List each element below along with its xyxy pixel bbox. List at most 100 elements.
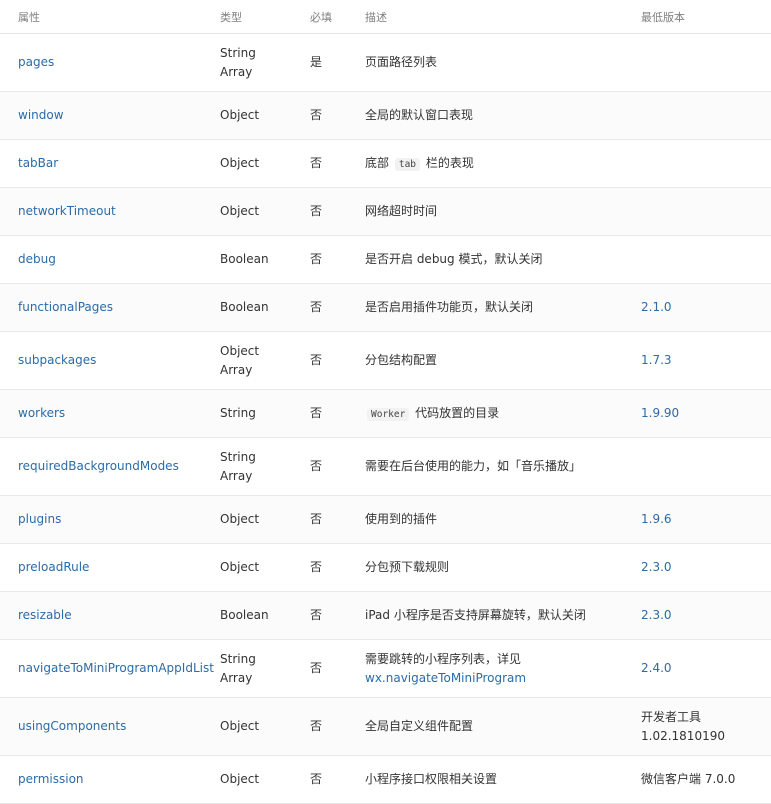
- cell-min-version: 开发者工具 1.02.1810190: [623, 697, 771, 756]
- cell-description: 是否开启 debug 模式，默认关闭: [347, 235, 623, 284]
- description-text: 需要跳转的小程序列表，详见: [365, 651, 522, 666]
- type-value: Object: [220, 719, 260, 733]
- type-value: String: [220, 651, 256, 666]
- required-value: 否: [310, 252, 323, 266]
- property-link[interactable]: window: [18, 108, 64, 122]
- required-value: 否: [310, 512, 323, 526]
- cell-required: 否: [292, 437, 347, 496]
- cell-required: 否: [292, 495, 347, 544]
- description-text: 页面路径列表: [365, 55, 438, 69]
- cell-property: resizable: [0, 591, 202, 640]
- version-link[interactable]: 1.9.6: [641, 512, 672, 526]
- table-row: functionalPages Boolean 否 是否启用插件功能页，默认关闭 2.1…: [0, 283, 771, 332]
- description-text: 需要在后台使用的能力，如「音乐播放」: [365, 459, 582, 473]
- description-text: 代码放置的目录: [415, 405, 500, 420]
- cell-type: String Array: [202, 33, 292, 92]
- cell-type: Object: [202, 91, 292, 140]
- cell-property: tabBar: [0, 139, 202, 188]
- property-link[interactable]: usingComponents: [18, 719, 126, 733]
- cell-type: Object: [202, 697, 292, 756]
- cell-description: 需要跳转的小程序列表，详见 wx.navigateToMiniProgram: [347, 639, 623, 698]
- cell-type: Object: [202, 139, 292, 188]
- cell-min-version: 1.7.3: [623, 331, 771, 390]
- cell-property: networkTimeout: [0, 187, 202, 236]
- type-value: Boolean: [220, 608, 269, 622]
- cell-property: navigateToMiniProgramAppIdList: [0, 639, 214, 698]
- cell-min-version: 微信客户端 7.0.0: [623, 755, 771, 804]
- cell-min-version: 1.9.90: [623, 389, 771, 438]
- cell-type: String Array: [202, 437, 292, 496]
- description-text: 全局自定义组件配置: [365, 719, 474, 733]
- version-link[interactable]: 1.9.90: [641, 406, 679, 420]
- cell-property: debug: [0, 235, 202, 284]
- cell-property: functionalPages: [0, 283, 202, 332]
- required-value: 否: [310, 108, 323, 122]
- table-row: pages String Array 是 页面路径列表: [0, 33, 771, 92]
- required-value: 否: [310, 459, 323, 473]
- table-row: preloadRule Object 否 分包预下载规则 2.3.0: [0, 543, 771, 592]
- header-type: 类型: [202, 0, 292, 34]
- cell-description: 需要在后台使用的能力，如「音乐播放」: [347, 437, 623, 496]
- description-text: 全局的默认窗口表现: [365, 108, 474, 122]
- property-link[interactable]: pages: [18, 55, 54, 69]
- cell-description: 全局的默认窗口表现: [347, 91, 623, 140]
- property-link[interactable]: requiredBackgroundModes: [18, 459, 179, 473]
- property-link[interactable]: permission: [18, 772, 84, 786]
- cell-type: String Array: [202, 639, 292, 698]
- cell-min-version: [623, 437, 771, 496]
- table-row: resizable Boolean 否 iPad 小程序是否支持屏幕旋转，默认关闭 2.…: [0, 591, 771, 640]
- table-row: navigateToMiniProgramAppIdList String Arra…: [0, 639, 771, 698]
- description-text: 网络超时时间: [365, 204, 438, 218]
- cell-min-version: 2.3.0: [623, 543, 771, 592]
- type-value: Object: [220, 343, 260, 358]
- cell-description: 底部 tab 栏的表现: [347, 139, 623, 188]
- required-value: 否: [310, 772, 323, 786]
- required-value: 否: [310, 204, 323, 218]
- version-link[interactable]: 1.7.3: [641, 353, 672, 367]
- table-row: tabBar Object 否 底部 tab 栏的表现: [0, 139, 771, 188]
- property-link[interactable]: functionalPages: [18, 300, 113, 314]
- type-value: Boolean: [220, 252, 269, 266]
- cell-description: Worker 代码放置的目录: [347, 389, 623, 438]
- type-value: String: [220, 406, 256, 420]
- type-value: Boolean: [220, 300, 269, 314]
- property-link[interactable]: workers: [18, 406, 65, 420]
- type-value: Object: [220, 772, 260, 786]
- property-link[interactable]: preloadRule: [18, 560, 89, 574]
- property-link[interactable]: networkTimeout: [18, 204, 116, 218]
- type-value: Object: [220, 156, 260, 170]
- table-row: requiredBackgroundModes String Array 否 需要在后台…: [0, 437, 771, 496]
- property-link[interactable]: plugins: [18, 512, 61, 526]
- property-link[interactable]: navigateToMiniProgramAppIdList: [18, 661, 214, 675]
- type-value: Array: [220, 64, 253, 79]
- header-description: 描述: [347, 0, 623, 34]
- cell-type: String: [202, 389, 292, 438]
- version-link[interactable]: 2.3.0: [641, 560, 672, 574]
- cell-description: 是否启用插件功能页，默认关闭: [347, 283, 623, 332]
- property-link[interactable]: tabBar: [18, 156, 58, 170]
- cell-type: Boolean: [202, 591, 292, 640]
- required-value: 否: [310, 353, 323, 367]
- description-link[interactable]: wx.navigateToMiniProgram: [365, 671, 526, 685]
- cell-property: pages: [0, 33, 202, 92]
- version-link[interactable]: 2.4.0: [641, 661, 672, 675]
- table-row: usingComponents Object 否 全局自定义组件配置 开发者工具 1.02…: [0, 697, 771, 756]
- version-link[interactable]: 2.1.0: [641, 300, 672, 314]
- description-text: 是否启用插件功能页，默认关闭: [365, 300, 534, 314]
- version-text: 微信客户端 7.0.0: [641, 772, 736, 786]
- property-link[interactable]: resizable: [18, 608, 72, 622]
- header-required: 必填: [292, 0, 347, 34]
- description-text: 底部: [365, 155, 390, 170]
- table-row: plugins Object 否 使用到的插件 1.9.6: [0, 495, 771, 544]
- cell-min-version: [623, 91, 771, 140]
- inline-code: Worker: [367, 407, 410, 421]
- required-value: 否: [310, 608, 323, 622]
- property-link[interactable]: debug: [18, 252, 56, 266]
- cell-required: 否: [292, 389, 347, 438]
- cell-description: 全局自定义组件配置: [347, 697, 623, 756]
- version-link[interactable]: 2.3.0: [641, 608, 672, 622]
- cell-description: 分包预下载规则: [347, 543, 623, 592]
- type-value: String: [220, 45, 256, 60]
- property-link[interactable]: subpackages: [18, 353, 96, 367]
- cell-property: usingComponents: [0, 697, 202, 756]
